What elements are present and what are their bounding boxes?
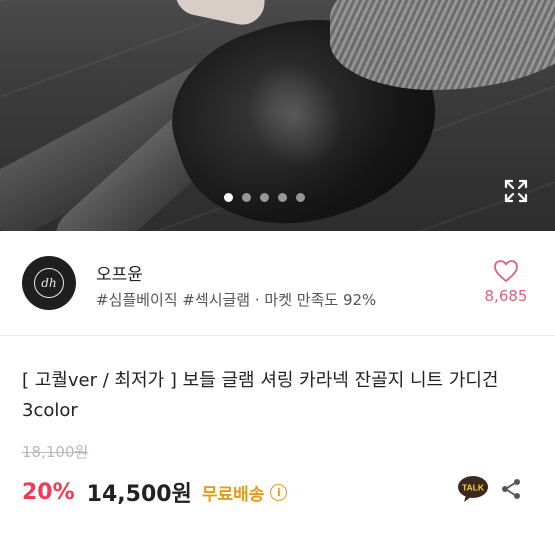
shop-logo: dh [34, 268, 64, 298]
shop-info[interactable]: dh 오프윤 #심플베이직 #섹시글램 · 마켓 만족도 92% 8,685 [0, 231, 555, 335]
gallery-dot[interactable] [242, 193, 251, 202]
favorite-button[interactable]: 8,685 [479, 259, 533, 305]
gallery-dot[interactable] [260, 193, 269, 202]
info-icon[interactable]: i [270, 483, 288, 501]
talk-label: TALK [462, 483, 485, 493]
product-image[interactable] [0, 0, 555, 231]
product-title: [ 고퀄ver / 최저가 ] 보들 글램 셔링 카라넥 잔골지 니트 가디건 … [22, 370, 499, 421]
gallery-dot[interactable] [296, 193, 305, 202]
shop-name[interactable]: 오프윤 [96, 260, 143, 285]
gallery-dot[interactable] [278, 193, 287, 202]
gallery-dot[interactable] [224, 193, 233, 202]
heart-icon [494, 260, 518, 283]
image-knit [330, 0, 555, 90]
free-shipping-label: 무료배송 [201, 484, 265, 505]
expand-icon[interactable] [503, 178, 529, 204]
share-icon[interactable] [499, 477, 523, 501]
shop-avatar[interactable]: dh [22, 256, 76, 310]
favorite-count: 8,685 [484, 287, 528, 305]
divider [0, 335, 555, 336]
gallery-pagination [224, 193, 305, 202]
sale-price: 14,500원 [86, 482, 192, 507]
discount-rate: 20% [22, 479, 75, 505]
original-price: 18,100원 [22, 443, 89, 461]
kakao-talk-button[interactable]: TALK [457, 475, 489, 503]
shop-tags: #심플베이직 #섹시글램 · 마켓 만족도 92% [96, 291, 377, 309]
price-row: 20% 14,500원 무료배송 i [22, 476, 288, 508]
